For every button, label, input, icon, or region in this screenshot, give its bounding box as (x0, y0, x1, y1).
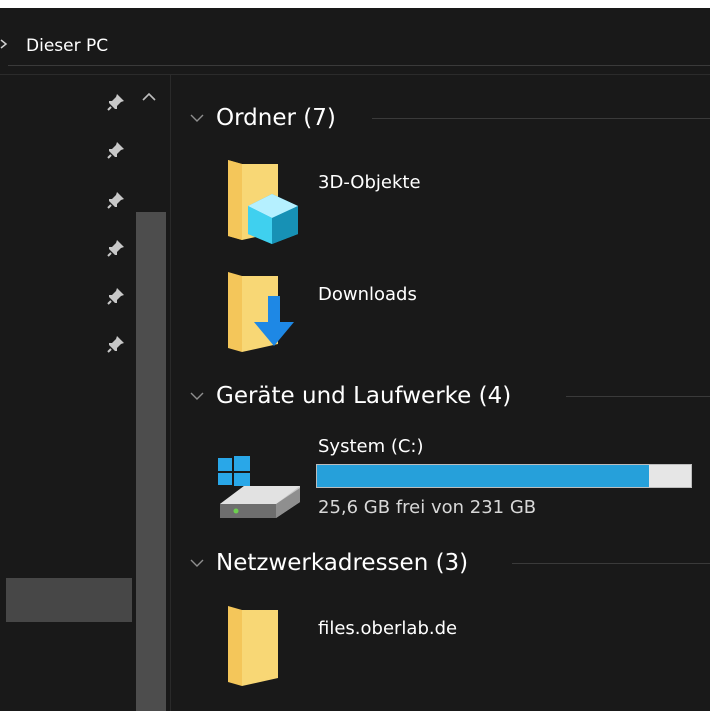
title-bar-strip (0, 0, 710, 8)
item-label[interactable]: files.oberlab.de (318, 618, 457, 639)
windows-drive-icon[interactable] (216, 452, 302, 522)
3d-objects-folder-icon[interactable] (226, 158, 300, 246)
group-header-network[interactable]: Netzwerkadressen (3) (190, 548, 468, 578)
drive-free-space: 25,6 GB frei von 231 GB (318, 497, 537, 518)
chevron-down-icon[interactable] (190, 114, 204, 123)
group-separator (512, 563, 710, 564)
group-separator (566, 396, 710, 397)
item-label[interactable]: 3D-Objekte (318, 172, 421, 193)
network-folder-icon[interactable] (226, 604, 286, 692)
sidebar-scrollbar-thumb[interactable] (136, 212, 166, 711)
drive-usage-fill (317, 465, 650, 487)
group-header-folders[interactable]: Ordner (7) (190, 103, 336, 133)
group-separator (372, 118, 710, 119)
pin-icon[interactable] (107, 141, 125, 159)
group-title: Ordner (7) (216, 105, 336, 131)
downloads-folder-icon[interactable] (226, 270, 302, 358)
chevron-down-icon[interactable] (190, 392, 204, 401)
drive-usage-bar (316, 464, 692, 488)
chevron-up-icon[interactable] (142, 92, 156, 102)
sidebar-item-selected[interactable] (6, 578, 132, 622)
pane-divider[interactable] (170, 75, 171, 711)
address-bar[interactable]: Dieser PC (0, 8, 710, 75)
pin-icon[interactable] (107, 93, 125, 111)
pin-icon[interactable] (107, 191, 125, 209)
address-location[interactable]: Dieser PC (26, 36, 108, 56)
address-bar-border (8, 65, 710, 66)
pin-icon[interactable] (107, 335, 125, 353)
chevron-down-icon[interactable] (190, 559, 204, 568)
pin-icon[interactable] (107, 287, 125, 305)
group-title: Geräte und Laufwerke (4) (216, 383, 512, 409)
group-title: Netzwerkadressen (3) (216, 550, 469, 576)
item-label[interactable]: System (C:) (318, 436, 424, 457)
file-explorer-window: Dieser PC Ordner (7) 3D-Objekte Download… (0, 0, 710, 711)
item-label[interactable]: Downloads (318, 284, 417, 305)
chevron-right-icon[interactable] (0, 39, 8, 49)
pin-icon[interactable] (107, 239, 125, 257)
group-header-drives[interactable]: Geräte und Laufwerke (4) (190, 381, 511, 411)
